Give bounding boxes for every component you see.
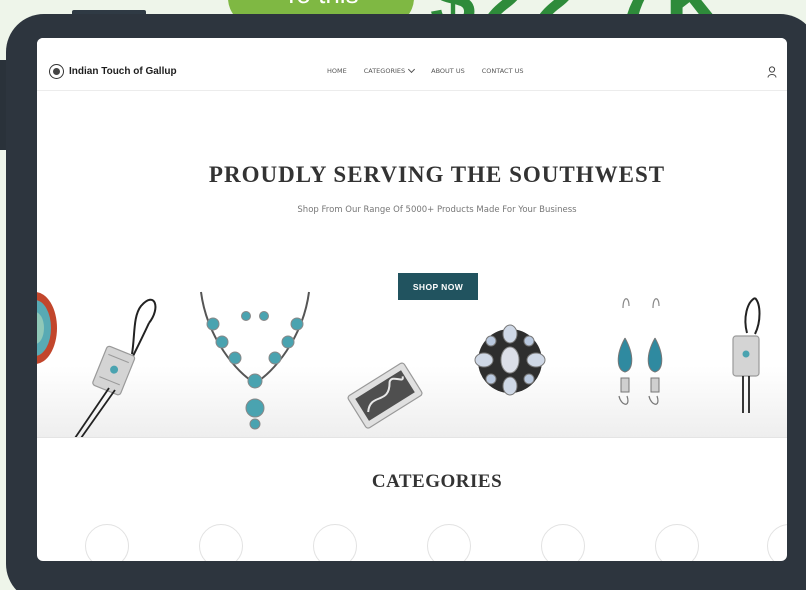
category-item[interactable] [313,524,357,561]
category-item[interactable] [655,524,699,561]
hero-title: PROUDLY SERVING THE SOUTHWEST [208,162,666,187]
jewelry-collage [37,291,761,438]
user-icon[interactable] [767,66,777,78]
nav-categories[interactable]: CATEGORIES [363,65,416,75]
chevron-down-icon [408,65,416,74]
pendant-partial-image [37,292,57,364]
nav-contact-us[interactable]: CONTACT US [482,67,524,75]
category-item[interactable] [767,524,787,561]
categories-heading: CATEGORIES [371,471,503,492]
site-header: Indian Touch of Gallup HOME CATEGORIES A… [37,38,787,91]
category-list [37,524,787,561]
turquoise-earrings-image [617,298,663,405]
cluster-ring-image [474,324,546,396]
shop-now-button[interactable]: SHOP NOW [398,273,478,300]
money-clip-image [347,362,423,429]
hero-subtitle: Shop From Our Range Of 5000+ Products Ma… [297,205,577,215]
category-item[interactable] [199,524,243,561]
turquoise-necklace-image [200,291,310,430]
logo-emblem-icon [49,64,64,79]
logo-text: Indian Touch of Gallup [69,66,177,77]
bolo-tie-image [74,298,157,438]
main-nav: HOME CATEGORIES ABOUT US CONTACT US [327,65,541,75]
hero-product-banner [37,278,787,438]
background-promo-text: To this [283,0,358,9]
nav-about-us[interactable]: ABOUT US [431,67,465,75]
nav-categories-label: CATEGORIES [363,67,406,75]
site-logo[interactable]: Indian Touch of Gallup [49,64,177,79]
category-item[interactable] [541,524,585,561]
category-item[interactable] [85,524,129,561]
bolo-tie-right-image [732,297,761,413]
website-screen: Indian Touch of Gallup HOME CATEGORIES A… [37,38,787,561]
section-divider [37,437,787,438]
category-item[interactable] [427,524,471,561]
nav-home[interactable]: HOME [327,67,347,75]
